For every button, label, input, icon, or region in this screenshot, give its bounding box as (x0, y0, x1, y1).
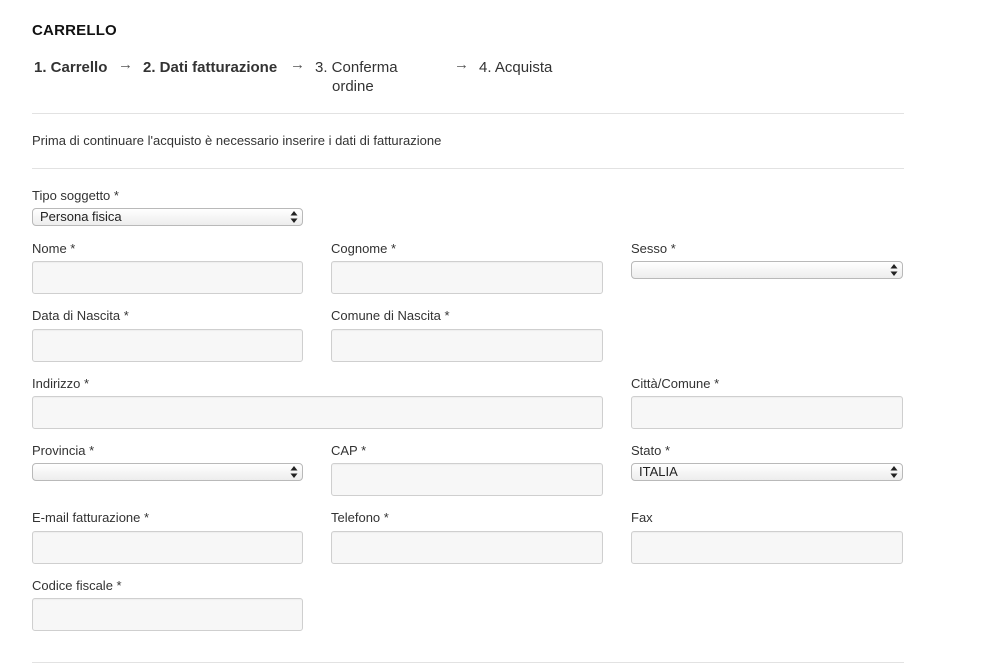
select-arrows-icon (290, 465, 298, 479)
page-title: CARRELLO (32, 22, 117, 39)
step-dati-fatturazione: 2. Dati fatturazione (143, 59, 278, 76)
fax-label: Fax (631, 510, 653, 525)
sesso-label: Sesso * (631, 241, 676, 256)
codice-fiscale-input[interactable] (32, 598, 303, 631)
step-conferma-ordine: 3. Conferma ordine (315, 58, 398, 96)
intro-text: Prima di continuare l'acquisto è necessa… (32, 133, 442, 148)
provincia-label: Provincia * (32, 443, 95, 458)
nome-label: Nome * (32, 241, 76, 256)
data-nascita-input[interactable] (32, 329, 303, 362)
comune-nascita-input[interactable] (331, 329, 603, 362)
stato-select[interactable]: ITALIA (631, 463, 903, 481)
telefono-label: Telefono * (331, 510, 389, 525)
indirizzo-input[interactable] (32, 396, 603, 429)
email-input[interactable] (32, 531, 303, 564)
email-label: E-mail fatturazione * (32, 510, 150, 525)
arrow-right-icon: → (290, 56, 305, 73)
telefono-input[interactable] (331, 531, 603, 564)
tipo-soggetto-value: Persona fisica (40, 209, 122, 224)
arrow-right-icon: → (454, 56, 469, 73)
codice-fiscale-label: Codice fiscale * (32, 578, 122, 593)
divider (32, 662, 904, 663)
cognome-input[interactable] (331, 261, 603, 294)
step-conferma-line1: 3. Conferma (315, 59, 398, 76)
fax-input[interactable] (631, 531, 903, 564)
select-arrows-icon (890, 465, 898, 479)
cognome-label: Cognome * (331, 241, 397, 256)
citta-input[interactable] (631, 396, 903, 429)
provincia-select[interactable] (32, 463, 303, 481)
sesso-select[interactable] (631, 261, 903, 279)
cap-label: CAP * (331, 443, 367, 458)
stato-label: Stato * (631, 443, 671, 458)
arrow-right-icon: → (118, 56, 133, 73)
cap-input[interactable] (331, 463, 603, 496)
step-carrello[interactable]: 1. Carrello (34, 58, 107, 77)
comune-nascita-label: Comune di Nascita * (331, 308, 450, 323)
tipo-soggetto-label: Tipo soggetto * (32, 188, 119, 203)
nome-input[interactable] (32, 261, 303, 294)
stato-value: ITALIA (639, 464, 678, 479)
indirizzo-label: Indirizzo * (32, 376, 90, 391)
step-acquista: 4. Acquista (479, 59, 553, 76)
select-arrows-icon (890, 263, 898, 277)
divider (32, 113, 904, 114)
step-conferma-line2: ordine (332, 78, 374, 95)
select-arrows-icon (290, 210, 298, 224)
citta-label: Città/Comune * (631, 376, 720, 391)
tipo-soggetto-select[interactable]: Persona fisica (32, 208, 303, 226)
data-nascita-label: Data di Nascita * (32, 308, 129, 323)
divider (32, 168, 904, 169)
